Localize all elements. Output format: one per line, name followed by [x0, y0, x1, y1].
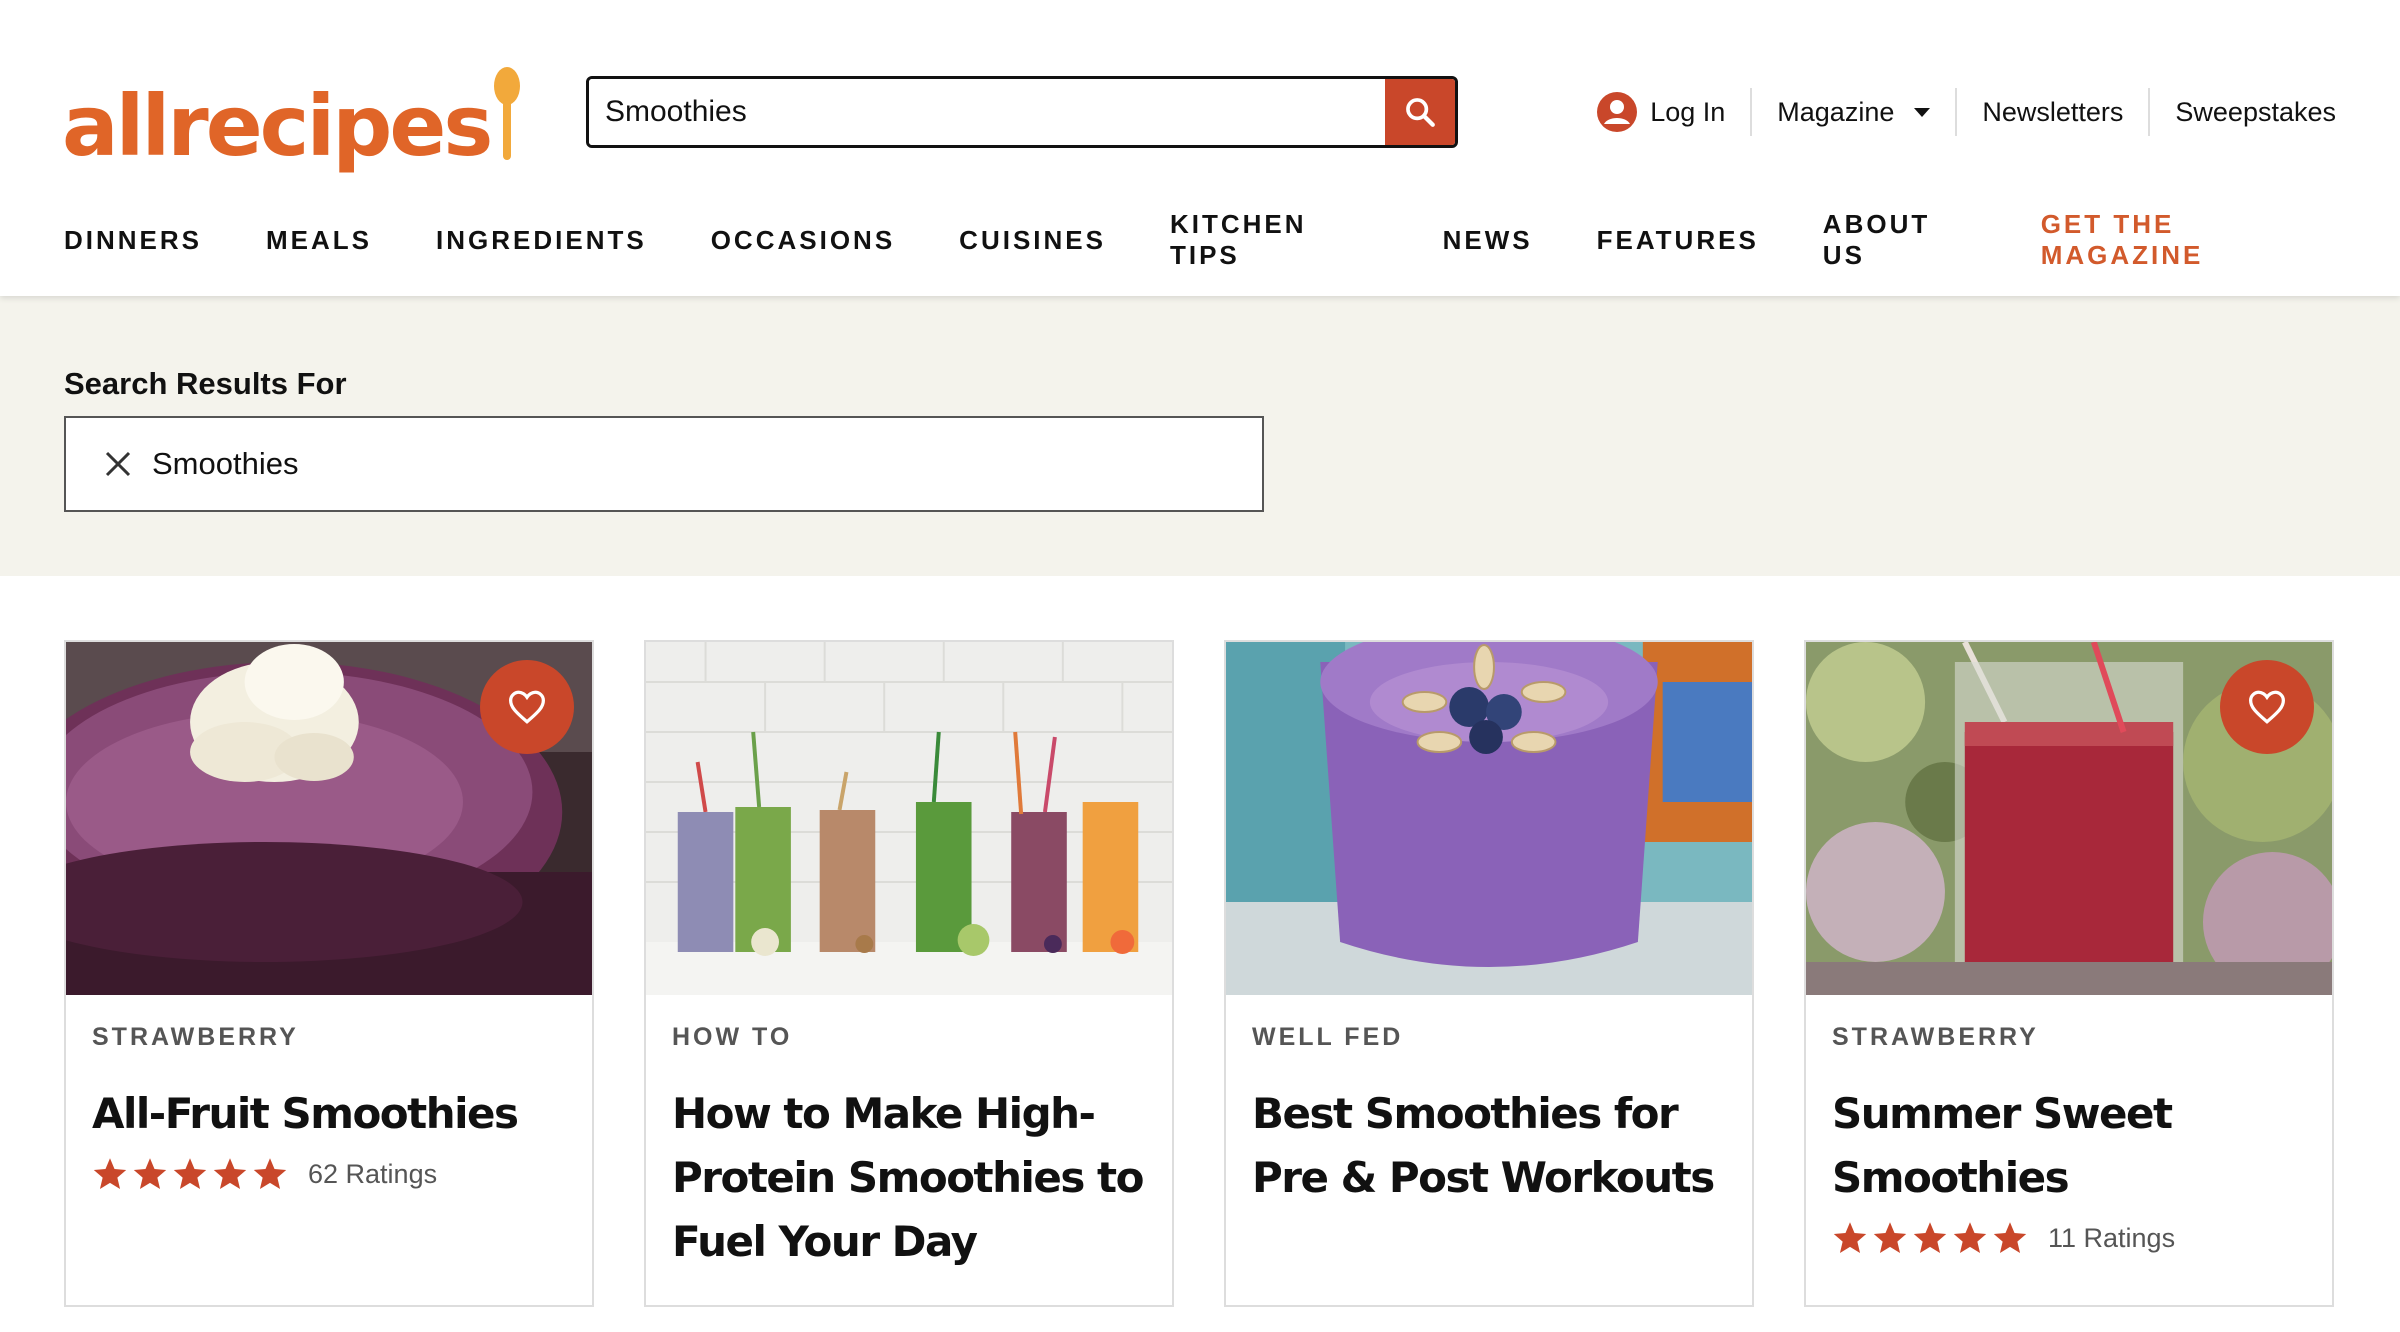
- star-icon: [1993, 1222, 2027, 1253]
- star-icon: [1833, 1222, 1867, 1253]
- search-results-label: Search Results For: [64, 366, 347, 401]
- utility-nav: Log In Magazine Newsletters Sweepstakes: [1571, 84, 2336, 140]
- star-icon: [173, 1158, 207, 1189]
- search-input[interactable]: [589, 79, 1385, 145]
- heart-icon: [508, 690, 546, 724]
- search-button[interactable]: [1385, 79, 1455, 145]
- heart-icon: [2248, 690, 2286, 724]
- search-bar: [586, 76, 1458, 148]
- recipe-image[interactable]: [646, 642, 1172, 995]
- recipe-card[interactable]: STRAWBERRY All-Fruit Smoothies 62 Rating…: [64, 640, 594, 1307]
- star-rating: 11 Ratings: [1832, 1220, 2306, 1256]
- search-results-field[interactable]: Smoothies: [64, 416, 1264, 512]
- site-header: allrecipes Log In Magazine: [0, 0, 2400, 296]
- ratings-count: 11 Ratings: [2048, 1222, 2176, 1253]
- logo-wordmark: allrecipes: [62, 77, 493, 175]
- sweepstakes-link[interactable]: Sweepstakes: [2148, 88, 2336, 136]
- card-title[interactable]: All-Fruit Smoothies: [92, 1082, 566, 1146]
- star-icon: [1913, 1222, 1947, 1253]
- card-title[interactable]: Summer Sweet Smoothies: [1832, 1082, 2306, 1210]
- card-title[interactable]: Best Smoothies for Pre & Post Workouts: [1252, 1082, 1726, 1210]
- recipe-card[interactable]: WELL FED Best Smoothies for Pre & Post W…: [1224, 640, 1754, 1307]
- nav-ingredients[interactable]: INGREDIENTS: [436, 225, 647, 256]
- nav-news[interactable]: NEWS: [1443, 225, 1533, 256]
- results-grid: STRAWBERRY All-Fruit Smoothies 62 Rating…: [64, 640, 2336, 1307]
- star-icon: [133, 1158, 167, 1189]
- allrecipes-logo[interactable]: allrecipes: [62, 58, 522, 168]
- nav-kitchen-tips[interactable]: KITCHEN TIPS: [1170, 209, 1379, 271]
- spoon-icon: [494, 67, 521, 160]
- save-favorite-button[interactable]: [2220, 660, 2314, 754]
- star-icon: [253, 1158, 287, 1189]
- magazine-label: Magazine: [1777, 96, 1895, 127]
- card-category-tag[interactable]: HOW TO: [672, 1023, 1146, 1052]
- newsletters-label: Newsletters: [1982, 96, 2124, 127]
- nav-about-us[interactable]: ABOUT US: [1823, 209, 1977, 271]
- sweepstakes-label: Sweepstakes: [2175, 96, 2336, 127]
- star-icon: [213, 1158, 247, 1189]
- recipe-image[interactable]: [66, 642, 592, 995]
- recipe-image[interactable]: [1806, 642, 2332, 995]
- stars: [92, 1156, 288, 1192]
- search-icon: [1406, 98, 1435, 127]
- recipe-card[interactable]: HOW TO How to Make High-Protein Smoothie…: [644, 640, 1174, 1307]
- nav-occasions[interactable]: OCCASIONS: [711, 225, 895, 256]
- caret-down-icon: [1914, 107, 1931, 117]
- user-account-icon: [1597, 92, 1638, 132]
- magazine-dropdown[interactable]: Magazine: [1750, 88, 1955, 136]
- card-category-tag[interactable]: WELL FED: [1252, 1023, 1726, 1052]
- get-the-magazine-link[interactable]: GET THE MAGAZINE: [2041, 209, 2336, 271]
- card-category-tag[interactable]: STRAWBERRY: [1832, 1023, 2306, 1052]
- search-results-query: Smoothies: [152, 446, 299, 481]
- nav-meals[interactable]: MEALS: [266, 225, 372, 256]
- stars: [1832, 1220, 2028, 1256]
- nav-cuisines[interactable]: CUISINES: [959, 225, 1106, 256]
- recipe-card[interactable]: STRAWBERRY Summer Sweet Smoothies 11 Rat…: [1804, 640, 2334, 1307]
- card-category-tag[interactable]: STRAWBERRY: [92, 1023, 566, 1052]
- star-rating: 62 Ratings: [92, 1156, 566, 1192]
- star-icon: [1873, 1222, 1907, 1253]
- login-link[interactable]: Log In: [1571, 88, 1750, 136]
- save-favorite-button[interactable]: [480, 660, 574, 754]
- main-nav: DINNERS MEALS INGREDIENTS OCCASIONS CUIS…: [64, 209, 2336, 270]
- star-icon: [93, 1158, 127, 1189]
- ratings-count: 62 Ratings: [308, 1158, 438, 1189]
- close-icon[interactable]: [102, 448, 134, 480]
- star-icon: [1953, 1222, 1987, 1253]
- recipe-image[interactable]: [1226, 642, 1752, 995]
- card-title[interactable]: How to Make High-Protein Smoothies to Fu…: [672, 1082, 1146, 1274]
- nav-features[interactable]: FEATURES: [1597, 225, 1759, 256]
- nav-dinners[interactable]: DINNERS: [64, 225, 202, 256]
- newsletters-link[interactable]: Newsletters: [1955, 88, 2148, 136]
- login-label: Log In: [1650, 96, 1726, 127]
